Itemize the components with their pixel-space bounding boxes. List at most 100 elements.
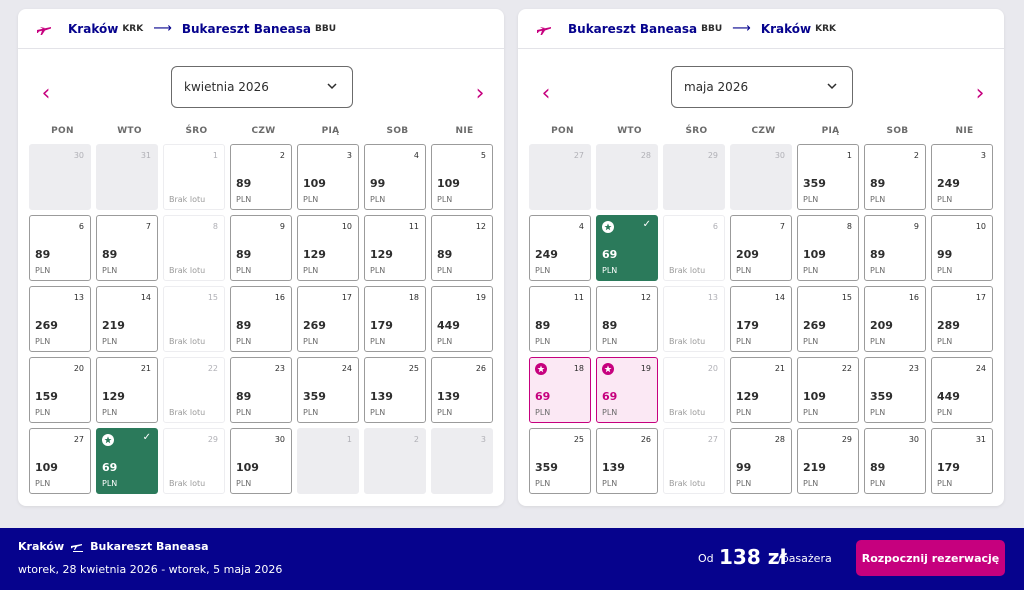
- day-number: 26: [475, 364, 486, 373]
- day-price: 89: [602, 319, 618, 332]
- day-number: 13: [73, 293, 84, 302]
- day-price: 99: [736, 461, 752, 474]
- calendar-day[interactable]: 21 129 PLN: [730, 357, 792, 423]
- calendar-day[interactable]: 19 69 PLN: [596, 357, 658, 423]
- calendar-day[interactable]: 30 89 PLN: [864, 428, 926, 494]
- calendar-day[interactable]: 2 89 PLN: [230, 144, 292, 210]
- calendar-day-no-flight: 8 Brak lotu: [163, 215, 225, 281]
- day-price: 89: [870, 177, 886, 190]
- calendar-day[interactable]: 7 209 PLN: [730, 215, 792, 281]
- calendar-day[interactable]: 16 89 PLN: [230, 286, 292, 352]
- currency-label: PLN: [236, 195, 252, 204]
- arrow-right-icon: ⟶: [153, 21, 172, 36]
- calendar-day[interactable]: 16 209 PLN: [864, 286, 926, 352]
- calendar-day-selected[interactable]: 2869PLN✓: [96, 428, 158, 494]
- calendar-day[interactable]: 15 269 PLN: [797, 286, 859, 352]
- calendar-day[interactable]: 7 89 PLN: [96, 215, 158, 281]
- calendar-day[interactable]: 25 359 PLN: [529, 428, 591, 494]
- calendar-day[interactable]: 24 449 PLN: [931, 357, 993, 423]
- currency-label: PLN: [535, 266, 551, 275]
- calendar-day[interactable]: 26 139 PLN: [596, 428, 658, 494]
- calendar-day[interactable]: 13 269 PLN: [29, 286, 91, 352]
- day-price: 139: [370, 390, 393, 403]
- calendar-day[interactable]: 10 129 PLN: [297, 215, 359, 281]
- calendar-day[interactable]: 28 99 PLN: [730, 428, 792, 494]
- calendar-day[interactable]: 8 109 PLN: [797, 215, 859, 281]
- day-number: 21: [140, 364, 151, 373]
- prev-month-button[interactable]: ‹: [34, 79, 58, 109]
- next-month-button[interactable]: ›: [468, 79, 492, 109]
- day-price: 109: [803, 390, 826, 403]
- calendar-day[interactable]: 6 89 PLN: [29, 215, 91, 281]
- calendar-day[interactable]: 25 139 PLN: [364, 357, 426, 423]
- weekday-label: PON: [551, 126, 574, 136]
- calendar-day-no-flight: 29 Brak lotu: [163, 428, 225, 494]
- next-month-button[interactable]: ›: [968, 79, 992, 109]
- origin-name: Kraków: [68, 21, 119, 36]
- day-number: 2: [279, 151, 285, 160]
- calendar-day[interactable]: 11 129 PLN: [364, 215, 426, 281]
- calendar-day[interactable]: 5 109 PLN: [431, 144, 493, 210]
- currency-label: PLN: [370, 408, 386, 417]
- day-price: 69: [602, 390, 618, 403]
- calendar-day[interactable]: 22 109 PLN: [797, 357, 859, 423]
- day-number: 14: [774, 293, 785, 302]
- prev-month-button[interactable]: ‹: [534, 79, 558, 109]
- currency-label: PLN: [35, 479, 51, 488]
- month-dropdown[interactable]: kwietnia 2026: [171, 66, 353, 108]
- calendar-day[interactable]: 21 129 PLN: [96, 357, 158, 423]
- per-passenger-label: /pasażera: [778, 552, 832, 565]
- day-number: 11: [573, 293, 584, 302]
- calendar-day[interactable]: 27 109 PLN: [29, 428, 91, 494]
- calendar-day[interactable]: 18 69 PLN: [529, 357, 591, 423]
- calendar-day[interactable]: 14 179 PLN: [730, 286, 792, 352]
- day-number: 4: [578, 222, 584, 231]
- calendar-day[interactable]: 19 449 PLN: [431, 286, 493, 352]
- currency-label: PLN: [370, 195, 386, 204]
- calendar-day[interactable]: 14 219 PLN: [96, 286, 158, 352]
- day-number: 12: [640, 293, 651, 302]
- calendar-day[interactable]: 31 179 PLN: [931, 428, 993, 494]
- calendar-day[interactable]: 12 89 PLN: [596, 286, 658, 352]
- calendar-day[interactable]: 1 359 PLN: [797, 144, 859, 210]
- day-price: 269: [803, 319, 826, 332]
- weekday-label: WTO: [617, 126, 642, 136]
- calendar-day[interactable]: 4 249 PLN: [529, 215, 591, 281]
- day-price: 139: [437, 390, 460, 403]
- calendar-day[interactable]: 9 89 PLN: [864, 215, 926, 281]
- calendar-day-selected[interactable]: 569PLN✓: [596, 215, 658, 281]
- calendar-day[interactable]: 18 179 PLN: [364, 286, 426, 352]
- currency-label: PLN: [803, 195, 819, 204]
- calendar-day[interactable]: 26 139 PLN: [431, 357, 493, 423]
- calendar-day[interactable]: 10 99 PLN: [931, 215, 993, 281]
- calendar-day[interactable]: 23 359 PLN: [864, 357, 926, 423]
- day-price: 109: [437, 177, 460, 190]
- calendar-day[interactable]: 17 289 PLN: [931, 286, 993, 352]
- day-price: 269: [35, 319, 58, 332]
- calendar-day[interactable]: 9 89 PLN: [230, 215, 292, 281]
- currency-label: PLN: [370, 266, 386, 275]
- day-number: 7: [145, 222, 151, 231]
- calendar-day[interactable]: 17 269 PLN: [297, 286, 359, 352]
- calendar-day-outside-month: 30: [29, 144, 91, 210]
- calendar-day[interactable]: 4 99 PLN: [364, 144, 426, 210]
- currency-label: PLN: [35, 266, 51, 275]
- day-price: 129: [102, 390, 125, 403]
- calendar-day[interactable]: 3 249 PLN: [931, 144, 993, 210]
- origin-name: Bukareszt Baneasa: [568, 21, 698, 36]
- month-dropdown[interactable]: maja 2026: [671, 66, 853, 108]
- calendar-day[interactable]: 30 109 PLN: [230, 428, 292, 494]
- weekday-header: PON WTO ŚRO CZW PIĄ SOB NIE: [29, 126, 498, 136]
- start-booking-button[interactable]: Rozpocznij rezerwację: [856, 540, 1005, 576]
- day-number: 1: [346, 435, 352, 444]
- calendar-day[interactable]: 3 109 PLN: [297, 144, 359, 210]
- calendar-day[interactable]: 24 359 PLN: [297, 357, 359, 423]
- calendar-day[interactable]: 12 89 PLN: [431, 215, 493, 281]
- weekday-label: NIE: [955, 126, 974, 136]
- calendar-day[interactable]: 2 89 PLN: [864, 144, 926, 210]
- day-price: 159: [35, 390, 58, 403]
- calendar-day[interactable]: 29 219 PLN: [797, 428, 859, 494]
- calendar-day[interactable]: 11 89 PLN: [529, 286, 591, 352]
- calendar-day[interactable]: 23 89 PLN: [230, 357, 292, 423]
- calendar-day[interactable]: 20 159 PLN: [29, 357, 91, 423]
